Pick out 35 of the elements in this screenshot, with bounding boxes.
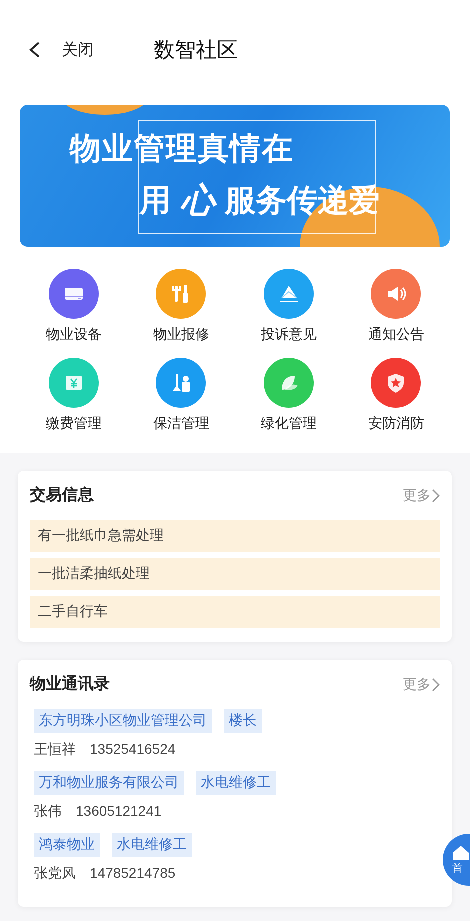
service-icon-circle[interactable] bbox=[371, 269, 422, 319]
house-icon bbox=[452, 844, 470, 860]
service-label[interactable]: 物业设备 bbox=[46, 326, 102, 344]
service-label[interactable]: 通知公告 bbox=[368, 326, 424, 344]
contact-phone[interactable]: 13605121241 bbox=[76, 803, 162, 821]
close-button[interactable]: 关闭 bbox=[62, 40, 94, 60]
chevron-right-icon bbox=[432, 488, 440, 502]
service-label[interactable]: 安防消防 bbox=[368, 415, 424, 433]
contact-tag: 水电维修工 bbox=[112, 833, 192, 857]
banner-text: 用 bbox=[140, 182, 171, 220]
contact-phone[interactable]: 13525416524 bbox=[90, 741, 176, 759]
contact-tag: 水电维修工 bbox=[196, 771, 276, 795]
contact-name: 张党风 bbox=[34, 865, 76, 883]
service-label[interactable]: 缴费管理 bbox=[46, 415, 102, 433]
card-title: 物业通讯录 bbox=[30, 674, 110, 695]
back-icon[interactable] bbox=[28, 40, 42, 60]
trade-item[interactable]: 二手自行车 bbox=[30, 596, 440, 628]
trade-item[interactable]: 有一批纸巾急需处理 bbox=[30, 520, 440, 552]
contact-name: 张伟 bbox=[34, 803, 62, 821]
banner-text: 心 bbox=[181, 178, 215, 224]
trade-item[interactable]: 一批洁柔抽纸处理 bbox=[30, 558, 440, 590]
service-label[interactable]: 绿化管理 bbox=[260, 415, 317, 433]
contact-tag: 东方明珠小区物业管理公司 bbox=[34, 709, 212, 733]
card-title: 交易信息 bbox=[30, 485, 94, 506]
contact-tag: 万和物业服务有限公司 bbox=[34, 771, 184, 795]
service-label[interactable]: 投诉意见 bbox=[260, 326, 317, 344]
page-title: 数智社区 bbox=[154, 38, 238, 64]
contact-tag: 楼长 bbox=[224, 709, 262, 733]
service-label[interactable]: 保洁管理 bbox=[153, 415, 210, 433]
chevron-right-icon bbox=[432, 678, 440, 692]
contact-phone[interactable]: 14785214785 bbox=[90, 865, 176, 883]
contact-name: 王恒祥 bbox=[34, 741, 76, 759]
service-icon-circle[interactable] bbox=[371, 358, 422, 408]
service-label[interactable]: 物业报修 bbox=[153, 326, 210, 344]
contact-tag: 鸿泰物业 bbox=[34, 833, 100, 857]
